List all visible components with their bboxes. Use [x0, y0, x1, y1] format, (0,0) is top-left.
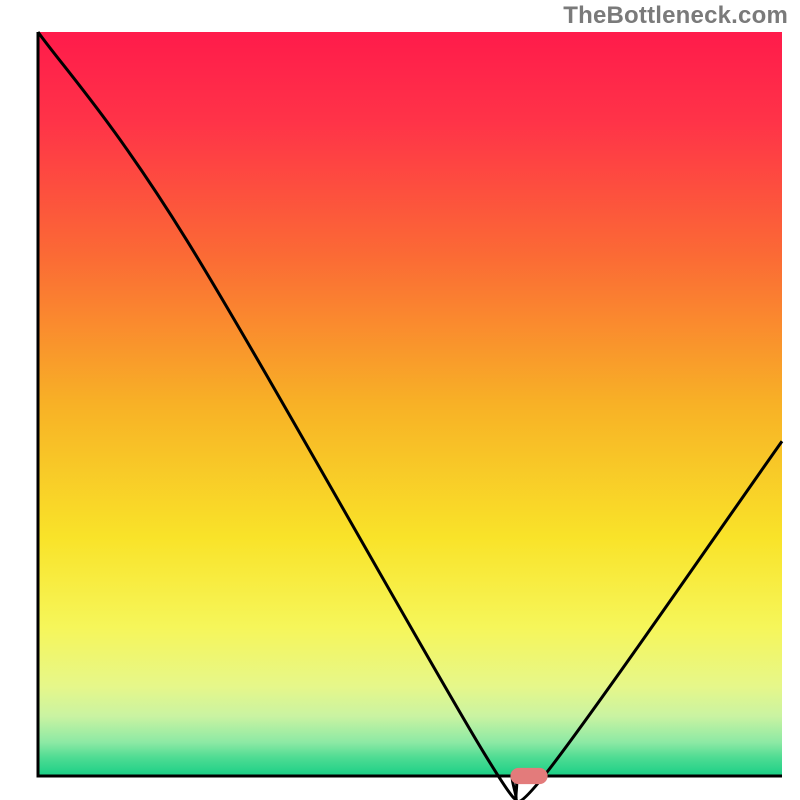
plot-background — [38, 32, 782, 776]
bottleneck-chart — [0, 0, 800, 800]
watermark-text: TheBottleneck.com — [563, 2, 788, 30]
chart-container: TheBottleneck.com — [0, 0, 800, 800]
optimal-marker — [510, 768, 547, 784]
